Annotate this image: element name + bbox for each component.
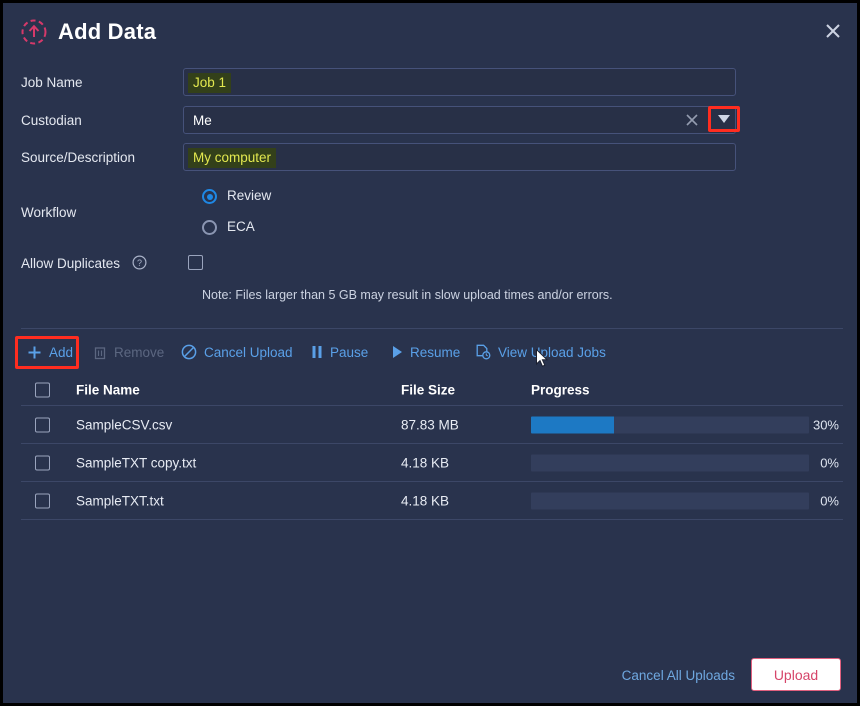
table-row[interactable]: SampleCSV.csv 87.83 MB 30% bbox=[21, 406, 843, 444]
upload-circle-icon bbox=[20, 18, 48, 46]
remove-button-label: Remove bbox=[114, 344, 165, 360]
chevron-down-icon bbox=[718, 115, 730, 123]
svg-text:?: ? bbox=[137, 258, 142, 268]
plus-icon bbox=[27, 345, 42, 360]
file-name: SampleTXT copy.txt bbox=[76, 455, 197, 470]
resume-button-label: Resume bbox=[410, 344, 461, 360]
file-size: 4.18 KB bbox=[401, 493, 450, 508]
cancel-all-uploads-link[interactable]: Cancel All Uploads bbox=[622, 668, 735, 683]
progress-bar-fill bbox=[531, 416, 615, 433]
question-mark-icon[interactable]: ? bbox=[132, 255, 147, 270]
custodian-label: Custodian bbox=[21, 113, 82, 128]
progress-bar bbox=[531, 416, 809, 433]
file-name: SampleTXT.txt bbox=[76, 493, 164, 508]
trash-icon bbox=[93, 345, 107, 360]
close-icon[interactable] bbox=[819, 17, 847, 45]
pause-icon bbox=[311, 345, 323, 359]
table-row[interactable]: SampleTXT copy.txt 4.18 KB 0% bbox=[21, 444, 843, 482]
column-header-file-name: File Name bbox=[76, 382, 140, 398]
table-header-row: File Name File Size Progress bbox=[21, 375, 843, 406]
progress-bar bbox=[531, 492, 809, 509]
progress-percent: 0% bbox=[820, 455, 839, 470]
file-size-note: Note: Files larger than 5 GB may result … bbox=[202, 288, 613, 302]
cancel-upload-button[interactable]: Cancel Upload bbox=[181, 337, 293, 367]
add-button[interactable]: Add bbox=[27, 337, 73, 367]
pause-button-label: Pause bbox=[330, 344, 369, 360]
no-entry-icon bbox=[181, 344, 197, 360]
cancel-upload-label: Cancel Upload bbox=[204, 344, 293, 360]
progress-percent: 0% bbox=[820, 493, 839, 508]
play-icon bbox=[391, 345, 403, 359]
file-size: 87.83 MB bbox=[401, 417, 459, 432]
allow-duplicates-checkbox[interactable] bbox=[188, 255, 203, 270]
view-upload-jobs-button[interactable]: View Upload Jobs bbox=[475, 337, 606, 367]
resume-button[interactable]: Resume bbox=[391, 337, 460, 367]
job-name-input[interactable]: Job 1 bbox=[183, 68, 736, 96]
row-checkbox[interactable] bbox=[35, 417, 50, 432]
add-data-dialog: Add Data Job Name Job 1 Custodian Me Sou… bbox=[3, 3, 857, 703]
custodian-value: Me bbox=[193, 113, 212, 128]
column-header-file-size: File Size bbox=[401, 382, 456, 398]
table-row[interactable]: SampleTXT.txt 4.18 KB 0% bbox=[21, 482, 843, 520]
radio-eca-label: ECA bbox=[227, 219, 255, 234]
source-description-input[interactable]: My computer bbox=[183, 143, 736, 171]
source-description-label: Source/Description bbox=[21, 150, 136, 165]
upload-button[interactable]: Upload bbox=[751, 658, 841, 691]
job-name-label: Job Name bbox=[21, 75, 83, 90]
remove-button[interactable]: Remove bbox=[93, 337, 164, 367]
view-upload-jobs-label: View Upload Jobs bbox=[498, 344, 606, 360]
column-header-progress: Progress bbox=[531, 382, 590, 398]
row-checkbox[interactable] bbox=[35, 455, 50, 470]
pause-button[interactable]: Pause bbox=[311, 337, 368, 367]
file-name: SampleCSV.csv bbox=[76, 417, 173, 432]
select-all-checkbox[interactable] bbox=[35, 382, 50, 398]
radio-review[interactable] bbox=[202, 189, 217, 204]
file-upload-table: File Name File Size Progress SampleCSV.c… bbox=[21, 375, 843, 520]
source-description-value: My computer bbox=[188, 148, 277, 168]
toolbar-divider bbox=[21, 328, 843, 329]
custodian-input[interactable]: Me bbox=[183, 106, 736, 134]
job-name-value: Job 1 bbox=[188, 73, 232, 93]
document-clock-icon bbox=[475, 344, 491, 360]
row-checkbox[interactable] bbox=[35, 493, 50, 508]
add-button-label: Add bbox=[49, 344, 74, 360]
progress-bar bbox=[531, 454, 809, 471]
dialog-header: Add Data bbox=[3, 3, 857, 59]
clear-x-icon[interactable] bbox=[685, 113, 699, 127]
allow-duplicates-label: Allow Duplicates bbox=[21, 256, 121, 271]
radio-eca[interactable] bbox=[202, 220, 217, 235]
page-title: Add Data bbox=[58, 19, 157, 44]
file-size: 4.18 KB bbox=[401, 455, 450, 470]
radio-review-label: Review bbox=[227, 188, 272, 203]
workflow-label: Workflow bbox=[21, 205, 77, 220]
progress-percent: 30% bbox=[812, 417, 839, 432]
custodian-dropdown-button[interactable] bbox=[708, 106, 740, 132]
